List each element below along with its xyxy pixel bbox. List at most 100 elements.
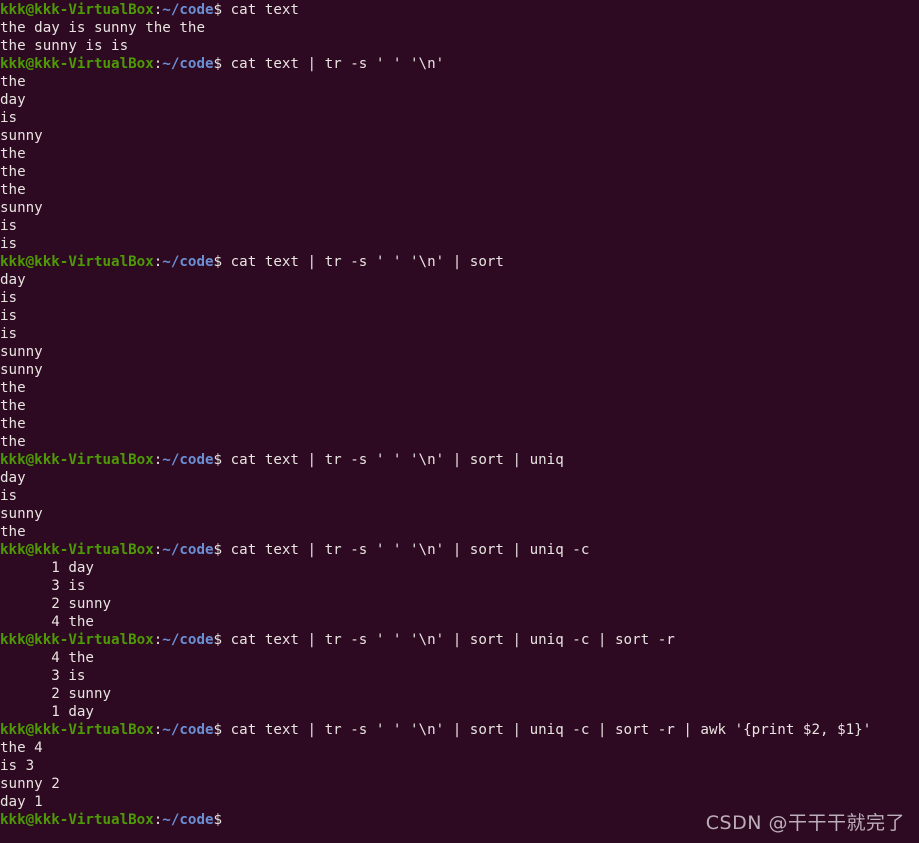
terminal-output-line: is <box>0 109 919 127</box>
terminal-output-line: the <box>0 397 919 415</box>
terminal-output-line: is 3 <box>0 757 919 775</box>
terminal-prompt-line: kkk@kkk-VirtualBox:~/code$ cat text | tr… <box>0 253 919 271</box>
terminal-output-line: is <box>0 487 919 505</box>
terminal-output-line: the <box>0 163 919 181</box>
prompt-user-host: kkk@kkk-VirtualBox <box>0 254 154 270</box>
terminal-output-line: the <box>0 73 919 91</box>
terminal-prompt-line: kkk@kkk-VirtualBox:~/code$ cat text | tr… <box>0 721 919 739</box>
prompt-path: ~/code <box>162 812 214 828</box>
terminal-output-area[interactable]: kkk@kkk-VirtualBox:~/code$ cat text the d… <box>0 1 919 829</box>
terminal-output-line: the <box>0 379 919 397</box>
prompt-path: ~/code <box>162 722 214 738</box>
terminal-output-line: the <box>0 181 919 199</box>
output-text: is <box>0 110 18 126</box>
terminal-output-line: sunny <box>0 361 919 379</box>
prompt-symbol: $ <box>213 632 223 648</box>
terminal-output-line: the <box>0 145 919 163</box>
output-text: 3 is <box>0 578 86 594</box>
output-text: the <box>0 398 26 414</box>
terminal-output-line: the <box>0 415 919 433</box>
output-text: day <box>0 470 26 486</box>
output-text: 4 the <box>0 614 94 630</box>
terminal-output-line: the 4 <box>0 739 919 757</box>
prompt-path: ~/code <box>162 2 214 18</box>
terminal-output-line: 2 sunny <box>0 595 919 613</box>
prompt-colon: : <box>153 542 163 558</box>
terminal-output-line: the <box>0 523 919 541</box>
output-text: is <box>0 218 18 234</box>
output-text: 4 the <box>0 650 94 666</box>
output-text: 2 sunny <box>0 686 112 702</box>
prompt-symbol: $ <box>213 542 223 558</box>
output-text: is <box>0 488 18 504</box>
prompt-colon: : <box>153 254 163 270</box>
prompt-colon: : <box>153 812 163 828</box>
output-text: day 1 <box>0 794 43 810</box>
prompt-path: ~/code <box>162 56 214 72</box>
terminal-command-text[interactable]: cat text | tr -s ' ' '\n' | sort | uniq … <box>222 632 675 648</box>
terminal-output-line: sunny <box>0 343 919 361</box>
prompt-path: ~/code <box>162 254 214 270</box>
terminal-prompt-line: kkk@kkk-VirtualBox:~/code$ cat text | tr… <box>0 631 919 649</box>
prompt-colon: : <box>153 452 163 468</box>
terminal-output-line: 4 the <box>0 613 919 631</box>
prompt-user-host: kkk@kkk-VirtualBox <box>0 632 154 648</box>
output-text: is 3 <box>0 758 35 774</box>
terminal-output-line: the day is sunny the the <box>0 19 919 37</box>
terminal-output-line: 4 the <box>0 649 919 667</box>
prompt-user-host: kkk@kkk-VirtualBox <box>0 2 154 18</box>
output-text: 3 is <box>0 668 86 684</box>
terminal-output-line: is <box>0 307 919 325</box>
prompt-user-host: kkk@kkk-VirtualBox <box>0 722 154 738</box>
output-text: 2 sunny <box>0 596 112 612</box>
output-text: sunny <box>0 128 43 144</box>
terminal-window[interactable]: kkk@kkk-VirtualBox:~/code$ cat text the d… <box>0 1 919 843</box>
prompt-colon: : <box>153 632 163 648</box>
terminal-command-text[interactable]: cat text <box>222 2 299 18</box>
prompt-path: ~/code <box>162 542 214 558</box>
output-text: sunny <box>0 506 43 522</box>
output-text: the <box>0 380 26 396</box>
prompt-colon: : <box>153 722 163 738</box>
output-text: is <box>0 326 18 342</box>
terminal-output-line: sunny <box>0 199 919 217</box>
output-text: the <box>0 434 26 450</box>
prompt-colon: : <box>153 56 163 72</box>
output-text: the <box>0 416 26 432</box>
prompt-path: ~/code <box>162 452 214 468</box>
prompt-symbol: $ <box>213 722 223 738</box>
output-text: 1 day <box>0 704 94 720</box>
prompt-user-host: kkk@kkk-VirtualBox <box>0 56 154 72</box>
terminal-command-text[interactable]: cat text | tr -s ' ' '\n' | sort | uniq <box>222 452 564 468</box>
terminal-prompt-line: kkk@kkk-VirtualBox:~/code$ cat text | tr… <box>0 55 919 73</box>
output-text: the <box>0 164 26 180</box>
terminal-command-text[interactable]: cat text | tr -s ' ' '\n' | sort | uniq … <box>222 542 590 558</box>
terminal-output-line: is <box>0 325 919 343</box>
output-text: is <box>0 308 18 324</box>
output-text: 1 day <box>0 560 94 576</box>
prompt-symbol: $ <box>213 812 223 828</box>
output-text: the <box>0 74 26 90</box>
terminal-output-line: the <box>0 433 919 451</box>
terminal-output-line: 3 is <box>0 577 919 595</box>
terminal-output-line: sunny <box>0 127 919 145</box>
terminal-output-line: sunny <box>0 505 919 523</box>
output-text: sunny <box>0 344 43 360</box>
prompt-symbol: $ <box>213 452 223 468</box>
terminal-prompt-line: kkk@kkk-VirtualBox:~/code$ cat text | tr… <box>0 541 919 559</box>
terminal-command-text[interactable]: cat text | tr -s ' ' '\n' | sort | uniq … <box>222 722 872 738</box>
terminal-command-text[interactable]: cat text | tr -s ' ' '\n' | sort <box>222 254 504 270</box>
terminal-output-line: day <box>0 91 919 109</box>
terminal-output-line: 2 sunny <box>0 685 919 703</box>
terminal-prompt-line: kkk@kkk-VirtualBox:~/code$ cat text <box>0 1 919 19</box>
terminal-output-line: 1 day <box>0 559 919 577</box>
prompt-user-host: kkk@kkk-VirtualBox <box>0 812 154 828</box>
terminal-prompt-line: kkk@kkk-VirtualBox:~/code$ cat text | tr… <box>0 451 919 469</box>
terminal-output-line: is <box>0 235 919 253</box>
prompt-symbol: $ <box>213 56 223 72</box>
terminal-output-line: the sunny is is <box>0 37 919 55</box>
output-text: the <box>0 146 26 162</box>
terminal-command-text[interactable]: cat text | tr -s ' ' '\n' <box>222 56 445 72</box>
prompt-symbol: $ <box>213 254 223 270</box>
output-text: is <box>0 290 18 306</box>
